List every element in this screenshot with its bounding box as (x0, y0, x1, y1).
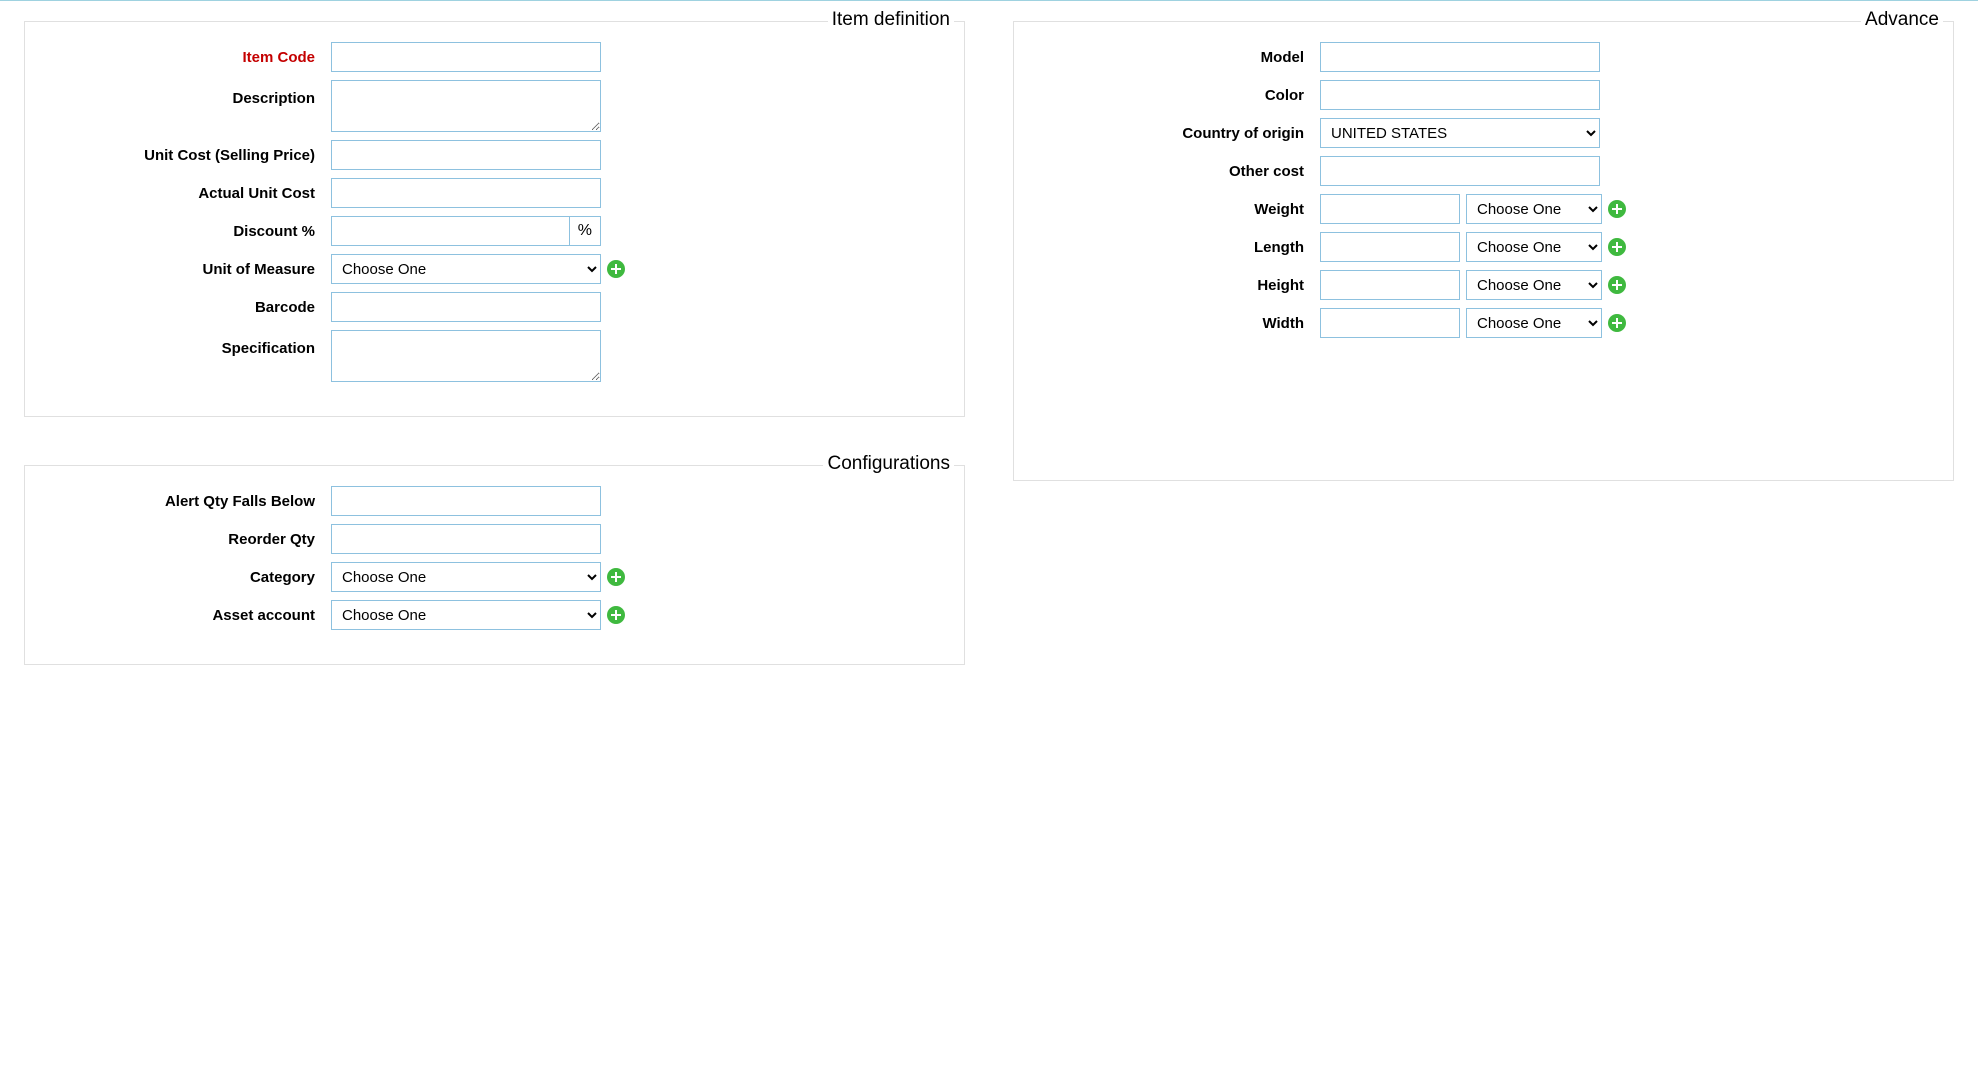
plus-icon (611, 610, 621, 620)
advance-panel: Advance Model Color Country of origin (1013, 21, 1954, 481)
alert-qty-label: Alert Qty Falls Below (51, 493, 331, 510)
weight-label: Weight (1040, 201, 1320, 218)
add-weight-unit-button[interactable] (1608, 200, 1626, 218)
color-label: Color (1040, 87, 1320, 104)
description-textarea[interactable] (331, 80, 601, 132)
height-label: Height (1040, 277, 1320, 294)
category-label: Category (51, 569, 331, 586)
plus-icon (1612, 318, 1622, 328)
category-select[interactable]: Choose One (331, 562, 601, 592)
plus-icon (1612, 280, 1622, 290)
description-label: Description (51, 80, 331, 107)
item-code-label: Item Code (51, 49, 331, 66)
plus-icon (1612, 204, 1622, 214)
specification-label: Specification (51, 330, 331, 357)
weight-unit-select[interactable]: Choose One (1466, 194, 1602, 224)
actual-unit-cost-input[interactable] (331, 178, 601, 208)
page-root: Item definition Item Code Description Un… (0, 0, 1978, 733)
add-category-button[interactable] (607, 568, 625, 586)
configurations-panel: Configurations Alert Qty Falls Below Reo… (24, 465, 965, 665)
other-cost-input[interactable] (1320, 156, 1600, 186)
unit-of-measure-label: Unit of Measure (51, 261, 331, 278)
discount-pct-input[interactable] (332, 217, 569, 245)
unit-cost-selling-input[interactable] (331, 140, 601, 170)
add-asset-account-button[interactable] (607, 606, 625, 624)
add-length-unit-button[interactable] (1608, 238, 1626, 256)
item-code-input[interactable] (331, 42, 601, 72)
width-label: Width (1040, 315, 1320, 332)
advance-legend: Advance (1861, 9, 1943, 31)
country-of-origin-label: Country of origin (1040, 125, 1320, 142)
add-width-unit-button[interactable] (1608, 314, 1626, 332)
weight-input[interactable] (1320, 194, 1460, 224)
reorder-qty-label: Reorder Qty (51, 531, 331, 548)
plus-icon (1612, 242, 1622, 252)
discount-pct-suffix: % (569, 217, 600, 245)
item-definition-legend: Item definition (828, 9, 954, 31)
height-input[interactable] (1320, 270, 1460, 300)
configurations-legend: Configurations (823, 453, 954, 475)
plus-icon (611, 572, 621, 582)
length-input[interactable] (1320, 232, 1460, 262)
asset-account-select[interactable]: Choose One (331, 600, 601, 630)
discount-pct-label: Discount % (51, 223, 331, 240)
left-column: Item definition Item Code Description Un… (24, 21, 965, 713)
item-definition-panel: Item definition Item Code Description Un… (24, 21, 965, 417)
two-column-layout: Item definition Item Code Description Un… (24, 21, 1954, 713)
discount-pct-group: % (331, 216, 601, 246)
length-unit-select[interactable]: Choose One (1466, 232, 1602, 262)
plus-icon (611, 264, 621, 274)
height-unit-select[interactable]: Choose One (1466, 270, 1602, 300)
model-label: Model (1040, 49, 1320, 66)
length-label: Length (1040, 239, 1320, 256)
right-column: Advance Model Color Country of origin (1013, 21, 1954, 529)
add-height-unit-button[interactable] (1608, 276, 1626, 294)
reorder-qty-input[interactable] (331, 524, 601, 554)
actual-unit-cost-label: Actual Unit Cost (51, 185, 331, 202)
width-input[interactable] (1320, 308, 1460, 338)
asset-account-label: Asset account (51, 607, 331, 624)
color-input[interactable] (1320, 80, 1600, 110)
unit-of-measure-select[interactable]: Choose One (331, 254, 601, 284)
add-unit-of-measure-button[interactable] (607, 260, 625, 278)
alert-qty-input[interactable] (331, 486, 601, 516)
width-unit-select[interactable]: Choose One (1466, 308, 1602, 338)
barcode-input[interactable] (331, 292, 601, 322)
country-of-origin-select[interactable]: UNITED STATES (1320, 118, 1600, 148)
model-input[interactable] (1320, 42, 1600, 72)
unit-cost-selling-label: Unit Cost (Selling Price) (51, 147, 331, 164)
other-cost-label: Other cost (1040, 163, 1320, 180)
specification-textarea[interactable] (331, 330, 601, 382)
barcode-label: Barcode (51, 299, 331, 316)
